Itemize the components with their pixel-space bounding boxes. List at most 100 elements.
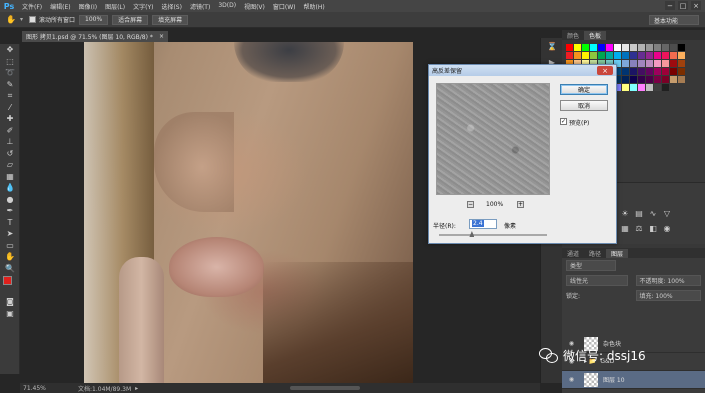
- color-swatch[interactable]: [630, 60, 637, 67]
- vibrance-icon[interactable]: ▽: [662, 208, 672, 218]
- maximize-button[interactable]: □: [678, 1, 688, 10]
- hue-saturation-icon[interactable]: ▦: [620, 223, 630, 233]
- color-swatch[interactable]: [678, 60, 685, 67]
- menu-item[interactable]: 编辑(E): [46, 2, 74, 11]
- status-menu-arrow-icon[interactable]: ▸: [135, 385, 138, 392]
- lasso-tool-icon[interactable]: ➰: [0, 67, 20, 79]
- tab-channels[interactable]: 通道: [562, 249, 584, 258]
- color-swatch[interactable]: [622, 76, 629, 83]
- close-document-icon[interactable]: ×: [159, 33, 164, 40]
- zoom-level-field[interactable]: 71.45%: [20, 385, 58, 392]
- radius-input[interactable]: 2.4: [469, 219, 497, 229]
- color-swatch[interactable]: [582, 44, 589, 51]
- color-swatch[interactable]: [630, 52, 637, 59]
- radius-slider[interactable]: [439, 231, 547, 237]
- color-swatch[interactable]: [630, 84, 637, 91]
- color-swatch[interactable]: [622, 52, 629, 59]
- tab-paths[interactable]: 路径: [584, 249, 606, 258]
- color-swatch[interactable]: [646, 84, 653, 91]
- blur-tool-icon[interactable]: 💧: [0, 182, 20, 194]
- color-swatch[interactable]: [646, 76, 653, 83]
- levels-icon[interactable]: ▤: [634, 208, 644, 218]
- menu-item[interactable]: 文件(F): [18, 2, 46, 11]
- color-swatch[interactable]: [646, 60, 653, 67]
- path-selection-tool-icon[interactable]: ➤: [0, 228, 20, 240]
- quick-select-tool-icon[interactable]: ✎: [0, 79, 20, 91]
- history-brush-tool-icon[interactable]: ↺: [0, 148, 20, 160]
- color-swatch[interactable]: [662, 60, 669, 67]
- hand-tool-icon[interactable]: ✋: [0, 251, 20, 263]
- marquee-tool-icon[interactable]: ⬚: [0, 56, 20, 68]
- color-swatch[interactable]: [670, 60, 677, 67]
- color-swatch[interactable]: [582, 52, 589, 59]
- opacity-field[interactable]: 不透明度: 100%: [635, 275, 701, 286]
- radius-slider-handle[interactable]: [469, 231, 475, 237]
- color-swatch[interactable]: [678, 76, 685, 83]
- workspace-select[interactable]: 基本功能: [649, 15, 699, 25]
- color-swatch[interactable]: [654, 52, 661, 59]
- color-swatch[interactable]: [670, 76, 677, 83]
- zoom-tool-icon[interactable]: 🔍: [0, 263, 20, 275]
- color-swatch[interactable]: [606, 44, 613, 51]
- color-swatch[interactable]: [606, 52, 613, 59]
- scroll-all-windows-checkbox[interactable]: [28, 16, 36, 23]
- foreground-background-colors[interactable]: [0, 274, 19, 296]
- color-swatch[interactable]: [638, 44, 645, 51]
- tool-preset-chevron-icon[interactable]: ▾: [20, 16, 23, 23]
- color-swatch[interactable]: [590, 52, 597, 59]
- color-swatch[interactable]: [574, 44, 581, 51]
- shape-tool-icon[interactable]: ▭: [0, 240, 20, 252]
- color-swatch[interactable]: [662, 84, 669, 91]
- eyedropper-tool-icon[interactable]: ⁄: [0, 102, 20, 114]
- color-swatch[interactable]: [670, 44, 677, 51]
- brush-tool-icon[interactable]: ✐: [0, 125, 20, 137]
- fit-screen-button[interactable]: 适合屏幕: [112, 14, 149, 25]
- color-swatch[interactable]: [678, 52, 685, 59]
- menu-item[interactable]: 窗口(W): [269, 2, 300, 11]
- history-panel-icon[interactable]: ⌛: [541, 38, 563, 54]
- color-swatch[interactable]: [630, 76, 637, 83]
- blend-mode-select[interactable]: 线性光: [566, 275, 628, 286]
- zoom-100-button[interactable]: 100%: [79, 14, 109, 25]
- cancel-button[interactable]: 取消: [560, 100, 608, 111]
- color-swatch[interactable]: [638, 52, 645, 59]
- color-swatch[interactable]: [622, 44, 629, 51]
- tab-color[interactable]: 颜色: [562, 31, 584, 40]
- menu-item[interactable]: 3D(D): [214, 2, 240, 11]
- menu-item[interactable]: 文字(Y): [129, 2, 157, 11]
- move-tool-icon[interactable]: ✥: [0, 44, 20, 56]
- black-white-icon[interactable]: ◧: [648, 223, 658, 233]
- preview-checkbox[interactable]: ✓: [560, 118, 567, 125]
- clone-stamp-tool-icon[interactable]: ⊥: [0, 136, 20, 148]
- dodge-tool-icon[interactable]: ●: [0, 194, 20, 206]
- color-swatch[interactable]: [670, 52, 677, 59]
- color-swatch[interactable]: [590, 44, 597, 51]
- curves-icon[interactable]: ∿: [648, 208, 658, 218]
- eraser-tool-icon[interactable]: ▱: [0, 159, 20, 171]
- filter-preview[interactable]: [436, 83, 550, 195]
- color-swatch[interactable]: [638, 60, 645, 67]
- dialog-close-button[interactable]: ×: [597, 66, 613, 75]
- color-swatch[interactable]: [654, 68, 661, 75]
- layer-row[interactable]: ◉ 图层 10: [562, 371, 705, 389]
- menu-item[interactable]: 选择(S): [157, 2, 186, 11]
- color-swatch[interactable]: [638, 68, 645, 75]
- menu-item[interactable]: 滤镜(T): [186, 2, 214, 11]
- portrait-photo[interactable]: [84, 42, 413, 383]
- color-swatch[interactable]: [662, 76, 669, 83]
- color-swatch[interactable]: [646, 68, 653, 75]
- visibility-eye-icon[interactable]: ◉: [567, 376, 576, 383]
- quick-mask-icon[interactable]: ◙: [0, 296, 20, 308]
- color-swatch[interactable]: [662, 68, 669, 75]
- color-swatch[interactable]: [630, 68, 637, 75]
- color-swatch[interactable]: [622, 68, 629, 75]
- color-balance-icon[interactable]: ⚖: [634, 223, 644, 233]
- brightness-contrast-icon[interactable]: ☀: [620, 208, 630, 218]
- type-tool-icon[interactable]: T: [0, 217, 20, 229]
- tab-swatches[interactable]: 色板: [584, 31, 607, 40]
- foreground-color-swatch[interactable]: [3, 276, 12, 285]
- minimize-button[interactable]: −: [665, 1, 675, 10]
- color-swatch[interactable]: [654, 44, 661, 51]
- color-swatch[interactable]: [678, 44, 685, 51]
- menu-item[interactable]: 图层(L): [101, 2, 129, 11]
